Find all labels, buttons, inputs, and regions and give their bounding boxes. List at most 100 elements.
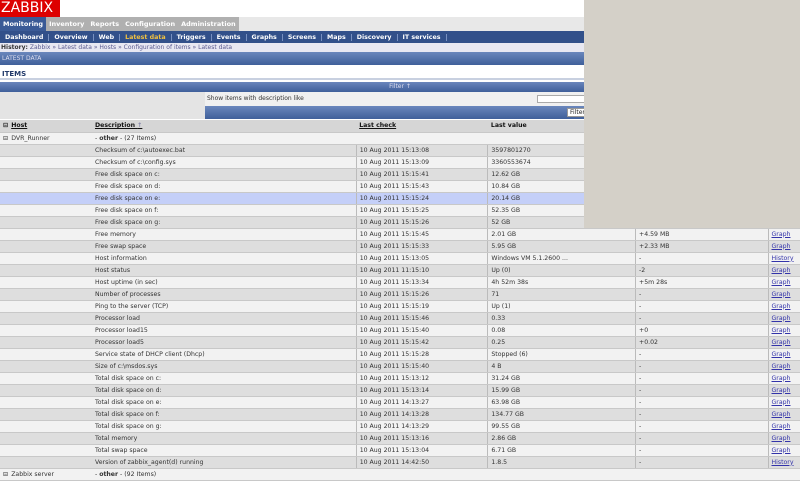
expand-icon[interactable]: ⊟ (0, 468, 9, 481)
item-change: - (635, 432, 768, 445)
item-last-check: 10 Aug 2011 15:15:40 (355, 360, 488, 373)
item-description: Total disk space on f: (91, 408, 357, 421)
tab-monitoring[interactable]: Monitoring (0, 17, 47, 31)
item-change: +0 (635, 324, 768, 337)
collapse-all-icon[interactable]: ⊟ (0, 120, 9, 133)
submenu-events[interactable]: Events (211, 34, 247, 41)
table-row: Processor load5 10 Aug 2011 15:15:42 0.25 +… (0, 336, 800, 349)
item-action-link[interactable]: Graph (772, 363, 791, 370)
host-group-row: ⊟ Zabbix server - other - (92 Items) (0, 468, 800, 481)
table-row: Total disk space on c: 10 Aug 2011 15:13:… (0, 372, 800, 385)
item-change: -2 (635, 264, 768, 277)
item-action-link[interactable]: Graph (772, 447, 791, 454)
item-last-check: 10 Aug 2011 15:13:04 (355, 444, 488, 457)
table-row: Processor load15 10 Aug 2011 15:15:40 0.08… (0, 324, 800, 337)
item-change: - (635, 360, 768, 373)
table-row: Host status 10 Aug 2011 11:15:10 Up (0) -2 G… (0, 264, 800, 277)
item-description: Ping to the server (TCP) (91, 300, 357, 313)
expand-icon[interactable]: ⊟ (0, 132, 9, 145)
table-row: Host information 10 Aug 2011 15:13:05 Wind… (0, 252, 800, 265)
table-row: Ping to the server (TCP) 10 Aug 2011 15:1… (0, 300, 800, 313)
submenu-overview[interactable]: Overview (49, 34, 94, 41)
item-action-link[interactable]: Graph (772, 387, 791, 394)
item-action-link[interactable]: Graph (772, 327, 791, 334)
submenu-dashboard[interactable]: Dashboard (0, 34, 50, 41)
item-action-link[interactable]: Graph (772, 315, 791, 322)
item-description: Free disk space on e: (91, 192, 357, 205)
host-name: Zabbix server (8, 468, 92, 481)
item-action-link[interactable]: Graph (772, 435, 791, 442)
item-last-check: 10 Aug 2011 11:15:10 (355, 264, 488, 277)
table-row: Total disk space on f: 10 Aug 2011 14:13:… (0, 408, 800, 421)
tab-inventory[interactable]: Inventory (46, 17, 88, 31)
item-change: - (635, 408, 768, 421)
item-action-link[interactable]: History (772, 459, 794, 466)
host-name: DVR_Runner (8, 132, 92, 145)
item-description: Service state of DHCP client (Dhcp) (91, 348, 357, 361)
table-row: Total swap space 10 Aug 2011 15:13:04 6.71… (0, 444, 800, 457)
item-action-link[interactable]: Graph (772, 411, 791, 418)
item-last-value: 6.71 GB (487, 444, 636, 457)
item-last-value: 2.86 GB (487, 432, 636, 445)
item-action-link[interactable]: Graph (772, 279, 791, 286)
history-label: History: (1, 44, 28, 51)
table-row: Size of c:\msdos.sys 10 Aug 2011 15:15:40… (0, 360, 800, 373)
item-description: Total disk space on d: (91, 384, 357, 397)
tab-configuration[interactable]: Configuration (122, 17, 179, 31)
item-last-check: 10 Aug 2011 14:13:27 (355, 396, 488, 409)
item-description: Free disk space on d: (91, 180, 357, 193)
item-last-value: 1.8.5 (487, 456, 636, 469)
item-description: Total memory (91, 432, 357, 445)
item-action-link[interactable]: Graph (772, 399, 791, 406)
submenu-screens[interactable]: Screens (282, 34, 322, 41)
submenu-discovery[interactable]: Discovery (351, 34, 398, 41)
table-row: Total disk space on g: 10 Aug 2011 14:13:… (0, 420, 800, 433)
history-path[interactable]: Zabbix » Latest data » Hosts » Configura… (30, 44, 232, 51)
submenu-triggers[interactable]: Triggers (171, 34, 212, 41)
column-description[interactable]: Description ↑ (91, 120, 357, 133)
item-last-check: 10 Aug 2011 14:42:50 (355, 456, 488, 469)
table-row: Host uptime (in sec) 10 Aug 2011 15:13:34… (0, 276, 800, 289)
item-action-link[interactable]: Graph (772, 375, 791, 382)
item-action-link[interactable]: Graph (772, 291, 791, 298)
submenu-maps[interactable]: Maps (321, 34, 352, 41)
item-action-link[interactable]: Graph (772, 351, 791, 358)
column-last-check[interactable]: Last check (356, 120, 488, 133)
item-last-value: 31.24 GB (487, 372, 636, 385)
item-last-check: 10 Aug 2011 15:15:43 (355, 180, 488, 193)
submenu-web[interactable]: Web (93, 34, 121, 41)
item-last-value: 99.55 GB (487, 420, 636, 433)
item-change: - (635, 312, 768, 325)
item-description: Processor load (91, 312, 357, 325)
item-action-link[interactable]: Graph (772, 267, 791, 274)
item-last-value: 4h 52m 38s (487, 276, 636, 289)
item-last-value: 63.98 GB (487, 396, 636, 409)
item-action-link[interactable]: Graph (772, 339, 791, 346)
item-last-check: 10 Aug 2011 15:15:19 (355, 300, 488, 313)
item-last-value: 5.95 GB (487, 240, 636, 253)
item-last-check: 10 Aug 2011 15:15:33 (355, 240, 488, 253)
item-last-check: 10 Aug 2011 15:15:26 (355, 216, 488, 229)
submenu-graphs[interactable]: Graphs (246, 34, 283, 41)
tab-reports[interactable]: Reports (87, 17, 123, 31)
item-description: Total disk space on g: (91, 420, 357, 433)
item-action-link[interactable]: Graph (772, 303, 791, 310)
tab-administration[interactable]: Administration (178, 17, 239, 31)
item-description: Free memory (91, 228, 357, 241)
submenu-latest-data[interactable]: Latest data (120, 34, 172, 41)
item-description: Free disk space on c: (91, 168, 357, 181)
submenu-it-services[interactable]: IT services (397, 34, 447, 41)
item-last-check: 10 Aug 2011 15:15:45 (355, 228, 488, 241)
item-last-check: 10 Aug 2011 15:15:40 (355, 324, 488, 337)
item-description: Free disk space on g: (91, 216, 357, 229)
column-host[interactable]: Host (8, 120, 92, 133)
item-description: Free swap space (91, 240, 357, 253)
item-change: - (635, 288, 768, 301)
item-action-link[interactable]: Graph (772, 243, 791, 250)
sort-asc-icon: ↑ (137, 122, 143, 130)
item-action-link[interactable]: Graph (772, 231, 791, 238)
item-action-link[interactable]: Graph (772, 423, 791, 430)
item-last-check: 10 Aug 2011 15:15:42 (355, 336, 488, 349)
item-action-link[interactable]: History (772, 255, 794, 262)
item-last-check: 10 Aug 2011 15:13:09 (355, 156, 488, 169)
